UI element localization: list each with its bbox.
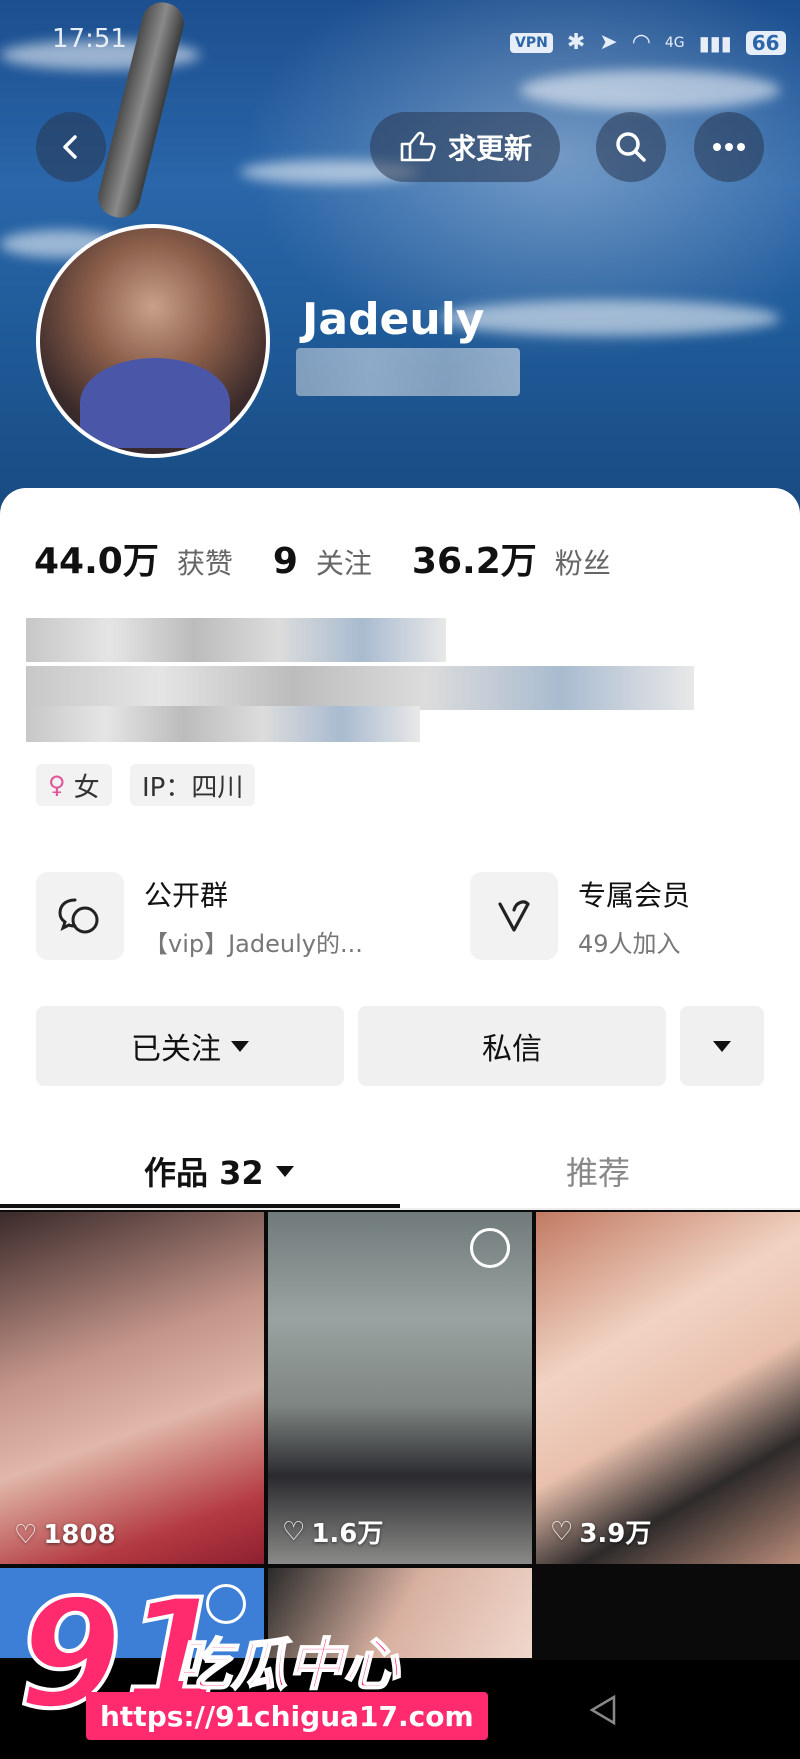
dropdown-caret-icon [231,1040,249,1052]
tab-recommend[interactable]: 推荐 [566,1148,630,1194]
vpn-badge: VPN [510,32,553,53]
dropdown-caret-icon [275,1165,294,1177]
blurred-user-id [296,348,520,396]
profile-stats: 44.0万 获赞 9 关注 36.2万 粉丝 [34,532,633,584]
avatar[interactable] [36,224,270,458]
status-time: 17:51 [52,24,127,54]
following-label: 关注 [315,547,372,580]
membership-subtitle: 49人加入 [578,929,681,958]
membership-entry[interactable]: 专属会员 49人加入 [470,872,690,960]
tab-works-label: 作品 32 [144,1154,264,1192]
group-chat-icon [36,872,124,960]
followers-count[interactable]: 36.2万 [412,532,537,584]
watermark-logo-text: 吃瓜中心 [174,1632,400,1699]
gender-tag: ♀ 女 [36,764,112,806]
blurred-bio-line [26,706,420,742]
username: Jadeuly [302,294,485,345]
ip-tag: IP：四川 [130,764,256,806]
followed-button[interactable]: 已关注 [36,1006,344,1086]
nav-back-icon[interactable] [588,1694,618,1726]
more-dots-icon [713,143,745,151]
network-label: 4G [664,34,685,51]
wifi-icon: ◠ [631,30,651,55]
dropdown-caret-icon [713,1040,731,1052]
public-group-entry[interactable]: 公开群 【vip】Jadeuly的... [36,872,363,960]
video-thumbnail[interactable]: ♡ 3.9万 [536,1212,800,1564]
search-button[interactable] [596,112,666,182]
followers-label: 粉丝 [554,547,611,580]
live-icon [470,1228,510,1268]
back-arrow-icon [63,135,77,159]
blurred-bio-line [26,666,694,710]
message-label: 私信 [482,1032,542,1067]
membership-heart-icon [470,872,558,960]
video-likes: ♡ 1.6万 [282,1513,383,1550]
back-button[interactable] [36,112,106,182]
profile-card [0,488,800,1208]
video-likes: ♡ 3.9万 [550,1513,651,1550]
video-thumbnail[interactable]: ♡ 1808 [0,1212,264,1564]
video-likes: ♡ 1808 [14,1520,116,1550]
followed-label: 已关注 [131,1032,221,1067]
gender-label: 女 [73,772,100,803]
membership-title: 专属会员 [578,878,691,912]
ip-label: IP：四川 [142,772,244,803]
video-likes-count: 3.9万 [579,1519,652,1549]
blurred-bio-line [26,618,446,662]
heart-icon: ♡ [282,1516,306,1547]
location-icon: ➤ [599,30,618,55]
battery-badge: 66 [745,30,786,55]
message-button[interactable]: 私信 [358,1006,666,1086]
search-icon [616,132,646,162]
likes-label: 获赞 [176,547,233,580]
status-icons: VPN ✱ ➤ ◠ 4G ▮▮▮ 66 [510,30,786,55]
bluetooth-icon: ✱ [566,30,586,55]
female-icon: ♀ [48,771,66,799]
tab-divider [0,1208,800,1210]
signal-icon: ▮▮▮ [698,30,732,55]
heart-icon: ♡ [14,1520,38,1550]
video-likes-count: 1808 [43,1520,116,1550]
request-update-button[interactable]: 求更新 [370,112,561,182]
video-thumbnail[interactable]: ♡ 1.6万 [268,1212,532,1564]
watermark-url: https://91chigua17.com [86,1692,488,1740]
more-button[interactable] [694,112,764,182]
heart-icon: ♡ [550,1516,574,1547]
likes-count[interactable]: 44.0万 [34,532,159,584]
request-update-label: 求更新 [448,132,533,165]
tab-works[interactable]: 作品 32 [144,1148,294,1194]
more-actions-button[interactable] [680,1006,764,1086]
thumb-point-icon [400,131,436,162]
group-subtitle: 【vip】Jadeuly的... [144,929,363,958]
group-title: 公开群 [144,878,229,912]
video-likes-count: 1.6万 [311,1519,384,1549]
following-count[interactable]: 9 [273,541,298,582]
